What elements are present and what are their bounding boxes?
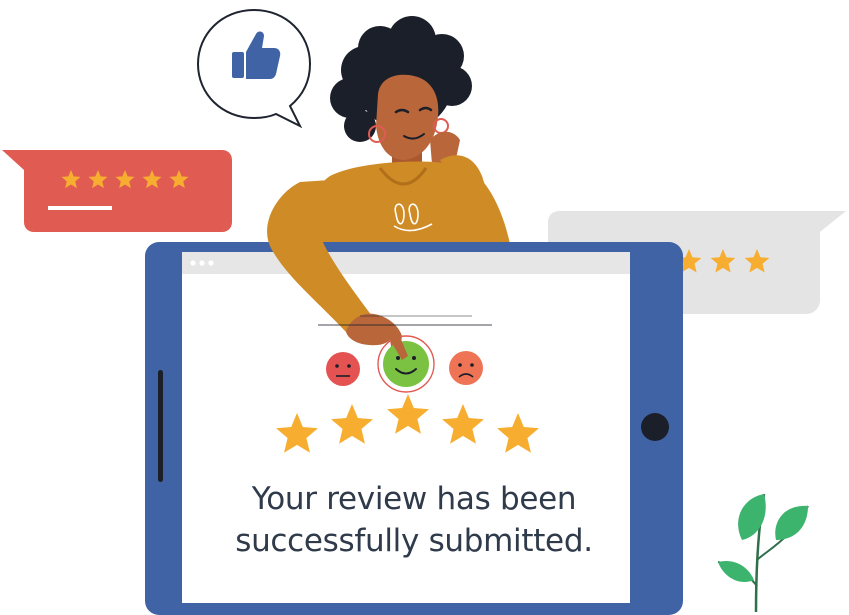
browser-dots (190, 260, 214, 266)
plant-icon (717, 493, 809, 613)
review-submitted-illustration: Your review has been successfully submit… (0, 0, 849, 615)
success-message-line-1: Your review has been (251, 481, 577, 517)
success-message-line-2: successfully submitted. (235, 523, 593, 559)
sad-face-icon[interactable] (449, 351, 483, 385)
browser-bar (182, 252, 630, 274)
thumbs-up-bubble (196, 8, 312, 129)
neutral-face-icon[interactable] (326, 352, 360, 386)
tablet-side-button (158, 370, 163, 482)
success-message: Your review has been successfully submit… (182, 478, 646, 562)
red-review-bubble (2, 150, 232, 232)
person (300, 16, 510, 244)
review-text-line (48, 206, 112, 210)
happy-face-icon[interactable] (377, 335, 435, 393)
tablet-home-button (641, 413, 669, 441)
